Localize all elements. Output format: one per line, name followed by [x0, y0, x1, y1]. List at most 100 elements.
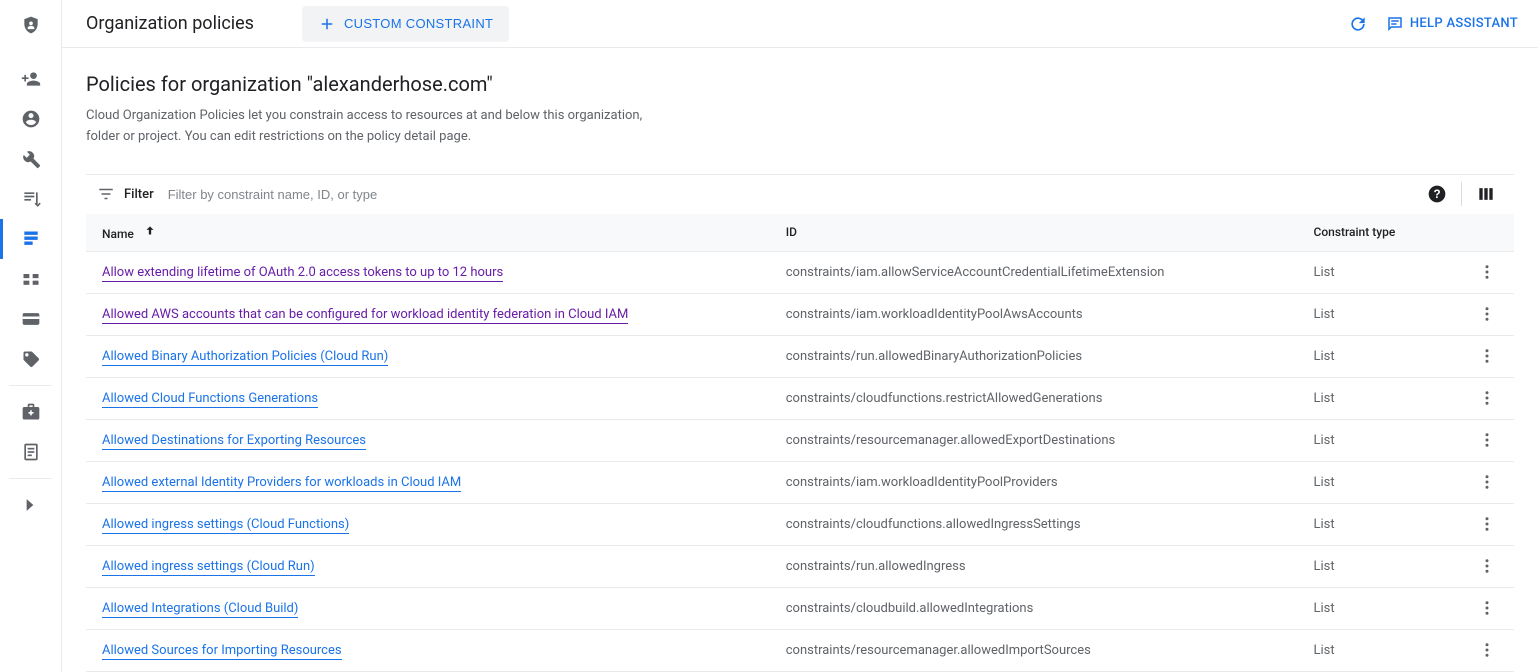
cell-id: constraints/run.allowedBinaryAuthorizati… [774, 335, 1302, 377]
sidenav-item-tools[interactable] [0, 139, 61, 179]
policy-link[interactable]: Allowed Binary Authorization Policies (C… [102, 349, 388, 366]
table-row: Allowed AWS accounts that can be configu… [86, 293, 1514, 335]
table-row: Allowed Integrations (Cloud Build) constr… [86, 587, 1514, 629]
cell-name: Allowed Sources for Importing Resources [86, 629, 774, 671]
content-description: Cloud Organization Policies let you cons… [86, 106, 646, 148]
cell-constraint-type: List [1302, 629, 1460, 671]
table-row: Allowed external Identity Providers for … [86, 461, 1514, 503]
sidenav-item-workload[interactable] [0, 259, 61, 299]
cell-actions [1459, 545, 1514, 587]
more-vert-icon [1478, 263, 1496, 281]
plus-icon [318, 15, 336, 33]
more-actions-button[interactable] [1475, 386, 1499, 410]
cell-id: constraints/iam.workloadIdentityPoolProv… [774, 461, 1302, 503]
sidenav-item-billing[interactable] [0, 299, 61, 339]
cell-name: Allowed Binary Authorization Policies (C… [86, 335, 774, 377]
columns-icon-button[interactable] [1466, 174, 1506, 214]
more-vert-icon [1478, 599, 1496, 617]
cell-actions [1459, 251, 1514, 293]
cell-actions [1459, 377, 1514, 419]
policy-link[interactable]: Allowed Destinations for Exporting Resou… [102, 433, 366, 450]
policy-link[interactable]: Allowed AWS accounts that can be configu… [102, 307, 628, 324]
sidenav-item-user-add[interactable] [0, 59, 61, 99]
cell-constraint-type: List [1302, 377, 1460, 419]
custom-constraint-button[interactable]: CUSTOM CONSTRAINT [302, 6, 509, 42]
cell-name: Allowed ingress settings (Cloud Run) [86, 545, 774, 587]
cell-id: constraints/cloudfunctions.allowedIngres… [774, 503, 1302, 545]
custom-constraint-label: CUSTOM CONSTRAINT [344, 16, 493, 31]
more-vert-icon [1478, 431, 1496, 449]
more-actions-button[interactable] [1475, 554, 1499, 578]
cell-name: Allowed AWS accounts that can be configu… [86, 293, 774, 335]
cell-constraint-type: List [1302, 419, 1460, 461]
cell-actions [1459, 461, 1514, 503]
cell-actions [1459, 503, 1514, 545]
chat-icon [1386, 15, 1404, 33]
svg-text:?: ? [1433, 188, 1440, 201]
cell-constraint-type: List [1302, 461, 1460, 503]
policy-link[interactable]: Allowed ingress settings (Cloud Run) [102, 559, 315, 576]
policies-table: Name ID Constraint type Allow extending … [86, 214, 1514, 672]
cell-id: constraints/run.allowedIngress [774, 545, 1302, 587]
column-header-constraint-type[interactable]: Constraint type [1302, 214, 1460, 252]
help-circle-icon: ? [1427, 184, 1447, 204]
more-vert-icon [1478, 389, 1496, 407]
more-actions-button[interactable] [1475, 512, 1499, 536]
more-actions-button[interactable] [1475, 470, 1499, 494]
cell-id: constraints/iam.allowServiceAccountCrede… [774, 251, 1302, 293]
refresh-button[interactable] [1338, 4, 1378, 44]
table-row: Allow extending lifetime of OAuth 2.0 ac… [86, 251, 1514, 293]
policy-link[interactable]: Allowed external Identity Providers for … [102, 475, 461, 492]
cell-actions [1459, 587, 1514, 629]
policy-link[interactable]: Allowed Sources for Importing Resources [102, 643, 342, 660]
filter-input[interactable] [168, 187, 1417, 202]
cell-name: Allowed Integrations (Cloud Build) [86, 587, 774, 629]
filter-icon [94, 185, 118, 203]
filter-label: Filter [124, 187, 154, 202]
more-actions-button[interactable] [1475, 260, 1499, 284]
policy-link[interactable]: Allowed ingress settings (Cloud Function… [102, 517, 349, 534]
column-header-id[interactable]: ID [774, 214, 1302, 252]
sidenav-item-settings[interactable] [0, 392, 61, 432]
help-assistant-button[interactable]: HELP ASSISTANT [1386, 15, 1518, 33]
cell-name: Allowed Cloud Functions Generations [86, 377, 774, 419]
policy-link[interactable]: Allow extending lifetime of OAuth 2.0 ac… [102, 265, 503, 282]
more-actions-button[interactable] [1475, 596, 1499, 620]
more-actions-button[interactable] [1475, 428, 1499, 452]
column-header-name[interactable]: Name [86, 214, 774, 252]
cell-name: Allowed ingress settings (Cloud Function… [86, 503, 774, 545]
cell-name: Allowed Destinations for Exporting Resou… [86, 419, 774, 461]
cell-constraint-type: List [1302, 503, 1460, 545]
policy-link[interactable]: Allowed Cloud Functions Generations [102, 391, 318, 408]
cell-id: constraints/resourcemanager.allowedExpor… [774, 419, 1302, 461]
columns-icon [1476, 184, 1496, 204]
table-row: Allowed Binary Authorization Policies (C… [86, 335, 1514, 377]
policy-link[interactable]: Allowed Integrations (Cloud Build) [102, 601, 298, 618]
more-vert-icon [1478, 473, 1496, 491]
cell-constraint-type: List [1302, 293, 1460, 335]
help-assistant-label: HELP ASSISTANT [1410, 16, 1518, 31]
cell-constraint-type: List [1302, 545, 1460, 587]
more-vert-icon [1478, 641, 1496, 659]
sidenav-item-logs[interactable] [0, 432, 61, 472]
cell-id: constraints/cloudbuild.allowedIntegratio… [774, 587, 1302, 629]
sidenav-expand[interactable] [0, 485, 61, 525]
more-vert-icon [1478, 557, 1496, 575]
more-actions-button[interactable] [1475, 638, 1499, 662]
cell-actions [1459, 629, 1514, 671]
help-icon-button[interactable]: ? [1417, 174, 1457, 214]
more-vert-icon [1478, 515, 1496, 533]
more-actions-button[interactable] [1475, 344, 1499, 368]
more-actions-button[interactable] [1475, 302, 1499, 326]
sidenav-item-account[interactable] [0, 99, 61, 139]
table-row: Allowed Destinations for Exporting Resou… [86, 419, 1514, 461]
sort-ascending-icon [143, 224, 157, 238]
more-vert-icon [1478, 305, 1496, 323]
sidenav-item-org-policies[interactable] [0, 219, 61, 259]
cell-actions [1459, 335, 1514, 377]
security-shield-icon [19, 13, 43, 37]
sidenav-item-labels[interactable] [0, 339, 61, 379]
cell-actions [1459, 419, 1514, 461]
cell-constraint-type: List [1302, 587, 1460, 629]
sidenav-item-policies[interactable] [0, 179, 61, 219]
